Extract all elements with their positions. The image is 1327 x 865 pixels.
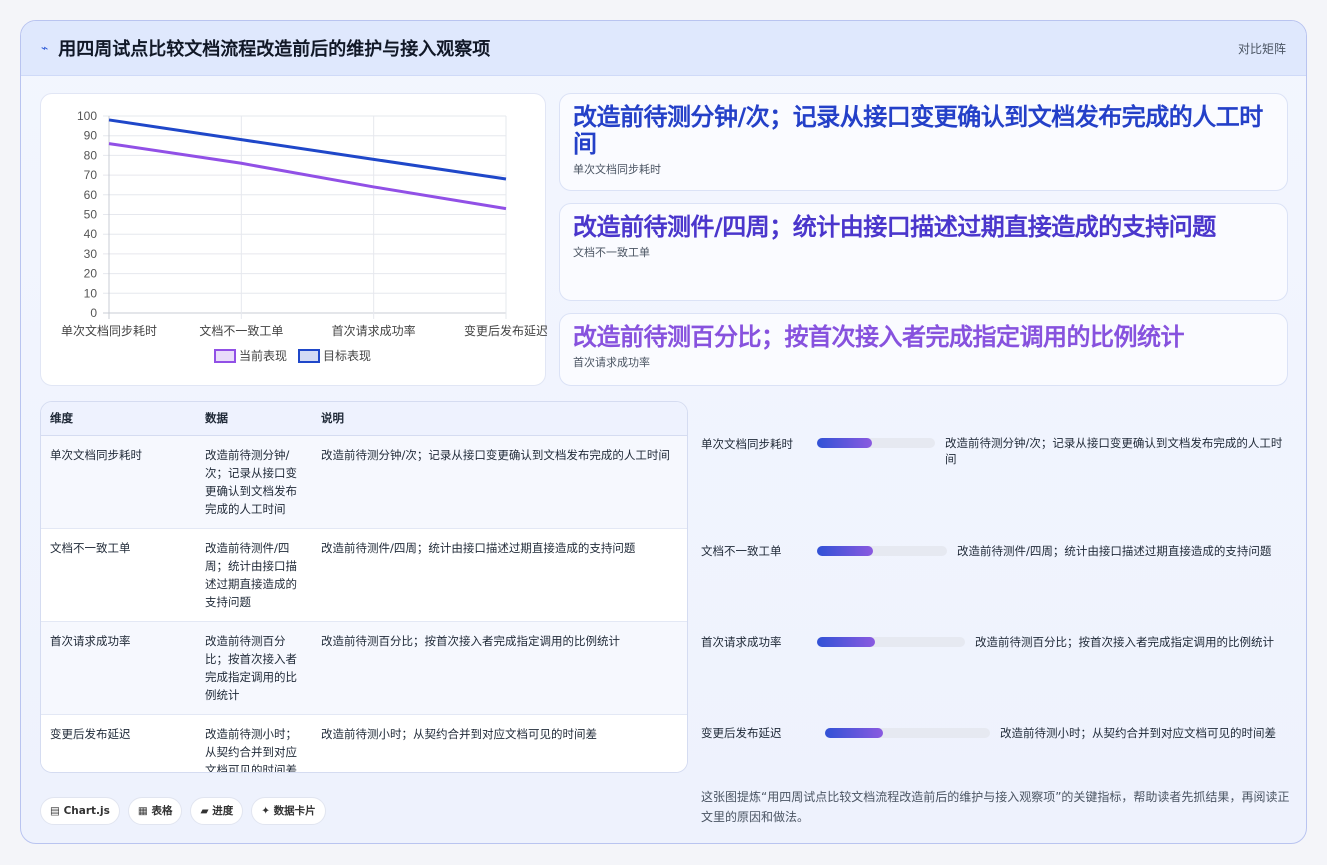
table-cell: 改造前待测小时；从契约合并到对应文档可见的时间差 — [312, 714, 687, 772]
progress-text: 改造前待测小时；从契约合并到对应文档可见的时间差 — [1000, 726, 1276, 740]
progress-track — [817, 546, 947, 556]
column-header: 说明 — [312, 402, 687, 436]
chip-progress[interactable]: ▰ 进度 — [190, 797, 244, 825]
header-bar: ⌁ 用四周试点比较文档流程改造前后的维护与接入观察项 对比矩阵 — [21, 21, 1306, 76]
kpi-value: 改造前待测分钟/次；记录从接口变更确认到文档发布完成的人工时间 — [573, 103, 1263, 158]
y-tick-label: 100 — [77, 109, 97, 123]
progress-label: 单次文档同步耗时 — [701, 437, 793, 451]
column-header: 维度 — [41, 402, 196, 436]
x-tick-label: 变更后发布延迟 — [464, 323, 547, 338]
progress-text: 改造前待测分钟/次；记录从接口变更确认到文档发布完成的人工时间 — [945, 436, 1283, 466]
chip-label: 数据卡片 — [273, 805, 316, 817]
column-header: 数据 — [196, 402, 312, 436]
kpi-card-success-rate: 改造前待测百分比；按首次接入者完成指定调用的比例统计 首次请求成功率 — [559, 313, 1288, 386]
table-cell: 改造前待测件/四周；统计由接口描述过期直接造成的支持问题 — [196, 528, 312, 622]
chip-table[interactable]: ▦ 表格 — [127, 797, 183, 825]
chart-icon: ▤ — [50, 805, 60, 817]
y-tick-label: 60 — [84, 188, 98, 202]
y-tick-label: 90 — [84, 129, 98, 143]
y-tick-label: 0 — [90, 306, 97, 320]
legend-label: 当前表现 — [239, 348, 287, 363]
progress-label: 首次请求成功率 — [701, 635, 782, 649]
legend-swatch — [298, 349, 320, 363]
y-tick-label: 20 — [84, 267, 98, 281]
table-row: 文档不一致工单 改造前待测件/四周；统计由接口描述过期直接造成的支持问题 改造前… — [41, 528, 687, 622]
legend-label: 目标表现 — [323, 349, 371, 363]
y-tick-label: 10 — [84, 286, 98, 300]
spark-icon: ✦ — [261, 805, 271, 817]
table-cell: 改造前待测件/四周；统计由接口描述过期直接造成的支持问题 — [312, 528, 687, 622]
table-cell: 首次请求成功率 — [41, 621, 196, 715]
progress-track — [817, 438, 935, 448]
table-row: 首次请求成功率 改造前待测百分比；按首次接入者完成指定调用的比例统计 改造前待测… — [41, 621, 687, 715]
table-icon: ▦ — [137, 805, 148, 817]
metrics-table: 维度 数据 说明 单次文档同步耗时 改造前待测分钟/次；记录从接口变更确认到文档… — [40, 401, 688, 773]
y-tick-label: 40 — [84, 227, 98, 241]
progress-fill — [825, 728, 883, 738]
progress-fill — [817, 438, 873, 448]
progress-row: 变更后发布延迟 改造前待测小时；从契约合并到对应文档可见的时间差 — [701, 725, 1291, 741]
legend-swatch — [214, 349, 236, 363]
y-tick-label: 70 — [84, 168, 98, 182]
table-cell: 改造前待测小时；从契约合并到对应文档可见的时间差 — [196, 714, 312, 772]
table-cell: 文档不一致工单 — [41, 528, 196, 622]
table-row: 单次文档同步耗时 改造前待测分钟/次；记录从接口变更确认到文档发布完成的人工时间… — [41, 435, 687, 529]
y-tick-label: 80 — [84, 148, 98, 162]
progress-row: 首次请求成功率 改造前待测百分比；按首次接入者完成指定调用的比例统计 — [701, 634, 1291, 650]
tech-chips: ▤ Chart.js ▦ 表格 ▰ 进度 ✦ 数据卡片 — [40, 797, 326, 825]
chip-label: Chart.js — [63, 805, 110, 817]
progress-row: 文档不一致工单 改造前待测件/四周；统计由接口描述过期直接造成的支持问题 — [701, 543, 1291, 559]
table-cell: 改造前待测百分比；按首次接入者完成指定调用的比例统计 — [196, 621, 312, 715]
pulse-icon: ⌁ — [41, 41, 49, 55]
kpi-label: 文档不一致工单 — [573, 246, 650, 259]
kpi-card-tickets: 改造前待测件/四周；统计由接口描述过期直接造成的支持问题 文档不一致工单 — [559, 203, 1288, 301]
table-cell: 改造前待测百分比；按首次接入者完成指定调用的比例统计 — [312, 621, 687, 715]
progress-row: 单次文档同步耗时 改造前待测分钟/次；记录从接口变更确认到文档发布完成的人工时间 — [701, 435, 1291, 467]
progress-icon: ▰ — [200, 805, 209, 817]
progress-fill — [817, 637, 875, 647]
x-tick-label: 单次文档同步耗时 — [61, 323, 157, 338]
kpi-value: 改造前待测百分比；按首次接入者完成指定调用的比例统计 — [573, 323, 1185, 351]
chip-label: 进度 — [212, 805, 234, 817]
table-cell: 改造前待测分钟/次；记录从接口变更确认到文档发布完成的人工时间 — [196, 435, 312, 529]
table-cell: 单次文档同步耗时 — [41, 435, 196, 529]
series-line — [108, 142, 507, 211]
x-tick-label: 首次请求成功率 — [332, 323, 416, 338]
chip-label: 表格 — [151, 805, 173, 817]
progress-label: 文档不一致工单 — [701, 544, 782, 558]
progress-text: 改造前待测件/四周；统计由接口描述过期直接造成的支持问题 — [957, 544, 1272, 558]
table-header-row: 维度 数据 说明 — [41, 402, 687, 436]
footer-note: 这张图提炼“用四周试点比较文档流程改造前后的维护与接入观察项”的关键指标，帮助读… — [701, 790, 1290, 824]
chip-data-cards[interactable]: ✦ 数据卡片 — [251, 797, 326, 825]
series-line — [108, 118, 507, 181]
kpi-card-sync-time: 改造前待测分钟/次；记录从接口变更确认到文档发布完成的人工时间 单次文档同步耗时 — [559, 93, 1288, 191]
progress-text: 改造前待测百分比；按首次接入者完成指定调用的比例统计 — [975, 635, 1274, 649]
progress-label: 变更后发布延迟 — [701, 726, 782, 740]
table-cell: 改造前待测分钟/次；记录从接口变更确认到文档发布完成的人工时间 — [312, 435, 687, 529]
y-tick-label: 50 — [84, 208, 98, 222]
progress-track — [825, 728, 990, 738]
progress-fill — [817, 546, 873, 556]
table-cell: 变更后发布延迟 — [41, 714, 196, 772]
kpi-label: 单次文档同步耗时 — [573, 163, 661, 176]
x-tick-label: 文档不一致工单 — [199, 323, 283, 338]
page-title: 用四周试点比较文档流程改造前后的维护与接入观察项 — [58, 39, 491, 60]
progress-track — [817, 637, 965, 647]
line-chart-svg: 0 10 20 30 40 50 60 70 80 90 100 单次文档同步耗时 文档不一致工单 首次请… — [61, 109, 547, 363]
main-card: ⌁ 用四周试点比较文档流程改造前后的维护与接入观察项 对比矩阵 0 10 20 30 4… — [20, 20, 1307, 844]
chip-chartjs[interactable]: ▤ Chart.js — [40, 797, 120, 825]
table-row: 变更后发布延迟 改造前待测小时；从契约合并到对应文档可见的时间差 改造前待测小时… — [41, 714, 687, 772]
kpi-value: 改造前待测件/四周；统计由接口描述过期直接造成的支持问题 — [573, 213, 1216, 241]
view-tag: 对比矩阵 — [1237, 41, 1286, 56]
y-tick-label: 30 — [84, 247, 98, 261]
kpi-label: 首次请求成功率 — [573, 356, 650, 369]
line-chart: 0 10 20 30 40 50 60 70 80 90 100 单次文档同步耗时 文档不一致工单 首次请… — [40, 93, 547, 386]
